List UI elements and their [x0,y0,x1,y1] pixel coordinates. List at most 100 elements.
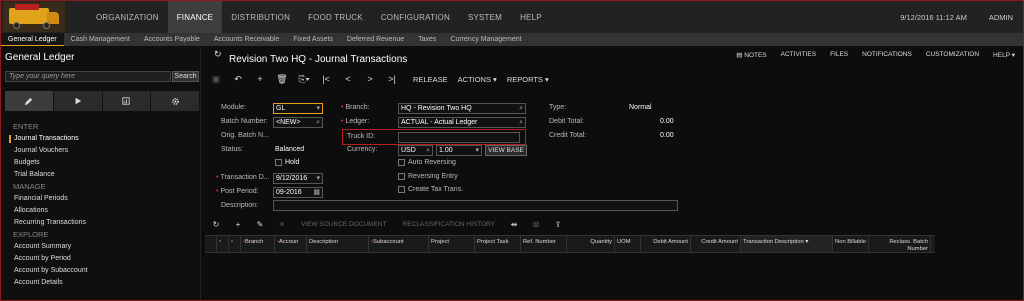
col-quantity[interactable]: Quantity [567,236,615,252]
files-link[interactable]: FILES [830,51,848,59]
play-icon[interactable] [53,91,103,111]
module-organization[interactable]: ORGANIZATION [87,1,168,33]
col-non-billable[interactable]: Non Billable [833,236,869,252]
col-project[interactable]: Project [429,236,475,252]
previous-record-icon[interactable]: < [337,74,359,84]
module-finance[interactable]: FINANCE [167,1,223,33]
chevron-down-icon: ▾ [805,239,809,245]
reports-menu[interactable]: REPORTS ▾ [507,75,549,84]
truck-id-field[interactable] [398,132,520,143]
sidebar-item-financial-periods[interactable]: Financial Periods [1,193,201,205]
customization-link[interactable]: CUSTOMIZATION [926,51,979,59]
col-uom[interactable]: UOM [615,236,641,252]
subnav-cash-management[interactable]: Cash Management [64,33,137,46]
subnav-accounts-payable[interactable]: Accounts Payable [137,33,207,46]
sidebar-menu: ENTER Journal Transactions Journal Vouch… [1,121,201,289]
notifications-link[interactable]: NOTIFICATIONS [862,51,912,59]
module-menu: ORGANIZATION FINANCE DISTRIBUTION FOOD T… [87,1,551,33]
actions-menu[interactable]: ACTIONS ▾ [458,75,497,84]
next-record-icon[interactable]: > [359,74,381,84]
subnav-currency-management[interactable]: Currency Management [443,33,528,46]
food-truck-logo[interactable] [3,2,65,32]
create-tax-checkbox[interactable] [398,186,405,193]
description-field[interactable] [273,200,678,211]
truck-id-label: Truck ID: [347,133,376,140]
search-input[interactable]: Type your query here [5,71,171,82]
sidebar-item-allocations[interactable]: Allocations [1,205,201,217]
transaction-date-field[interactable]: 9/12/2016 ▾ [273,173,323,184]
sidebar-item-account-summary[interactable]: Account Summary [1,241,201,253]
module-select[interactable]: GL ▾ [273,103,323,114]
save-icon[interactable]: ▣ [205,74,227,85]
batch-number-field[interactable]: <NEW> ⌕ [273,117,323,128]
subnav-accounts-receivable[interactable]: Accounts Receivable [207,33,286,46]
add-row-icon[interactable]: + [227,220,249,229]
col-account[interactable]: •Accoun [275,236,307,252]
reversing-entry-checkbox[interactable] [398,173,405,180]
edit-icon[interactable]: ✎ [249,220,271,229]
subnav-deferred-revenue[interactable]: Deferred Revenue [340,33,411,46]
delete-row-icon[interactable]: ✕ [271,220,293,229]
refresh-icon[interactable]: ↻ [205,220,227,229]
reclassification-history-button[interactable]: RECLASSIFICATION HISTORY [403,221,495,228]
col-reclass-batch-number[interactable]: Reclass. Batch Number [869,236,931,252]
currency-label: Currency: [347,146,378,153]
last-record-icon[interactable]: >| [381,74,403,84]
col-ref-number[interactable]: Ref. Number [521,236,567,252]
pencil-icon[interactable] [5,91,54,111]
col-transaction-description[interactable]: Transaction Description ▾ [741,236,833,252]
notes-link[interactable]: ▤ NOTES [736,51,766,59]
report-icon[interactable] [102,91,152,111]
grid-toolbar: ↻ + ✎ ✕ VIEW SOURCE DOCUMENT RECLASSIFIC… [205,217,1023,231]
transaction-date-label: Transaction D... [216,174,269,181]
module-distribution[interactable]: DISTRIBUTION [222,1,299,33]
col-subaccount[interactable]: •Subaccount [369,236,429,252]
col-debit-amount[interactable]: Debit Amount [641,236,691,252]
col-branch[interactable]: •Branch [241,236,275,252]
view-base-button[interactable]: VIEW BASE [485,145,527,156]
toolbar: ▣ ↶ + 🗑 ⎘▾ |< < > >| RELEASE ACTIONS ▾ R… [205,71,1023,87]
subnav-taxes[interactable]: Taxes [411,33,443,46]
col-credit-amount[interactable]: Credit Amount [691,236,741,252]
release-button[interactable]: RELEASE [413,75,448,84]
post-period-field[interactable]: 09-2016 ▦ [273,187,323,198]
sidebar-item-recurring-transactions[interactable]: Recurring Transactions [1,217,201,229]
sidebar-item-journal-transactions[interactable]: Journal Transactions [1,133,201,145]
currency-field[interactable]: USD ⌕ [398,145,433,156]
grid-header: ▫ ▫ •Branch •Accoun Description •Subacco… [205,235,935,253]
module-help[interactable]: HELP [511,1,551,33]
sidebar-item-account-by-subaccount[interactable]: Account by Subaccount [1,265,201,277]
module-configuration[interactable]: CONFIGURATION [372,1,459,33]
branch-field[interactable]: HQ - Revision Two HQ ⌕ [398,103,526,114]
col-description[interactable]: Description [307,236,369,252]
gear-icon[interactable] [151,91,200,111]
sidebar-item-account-by-period[interactable]: Account by Period [1,253,201,265]
fit-columns-icon[interactable]: ⇹ [503,220,525,229]
sidebar-item-journal-vouchers[interactable]: Journal Vouchers [1,145,201,157]
search-button[interactable]: Search [172,71,199,82]
hold-checkbox[interactable] [275,159,282,166]
auto-reversing-checkbox[interactable] [398,159,405,166]
sidebar-item-budgets[interactable]: Budgets [1,157,201,169]
currency-rate-field[interactable]: 1.00 ▾ [436,145,482,156]
view-source-document-button[interactable]: VIEW SOURCE DOCUMENT [301,221,387,228]
subnav-fixed-assets[interactable]: Fixed Assets [286,33,340,46]
copy-paste-icon[interactable]: ⎘▾ [293,74,315,85]
user-menu[interactable]: ADMIN [989,13,1013,22]
subnav-general-ledger[interactable]: General Ledger [1,33,64,46]
chevron-down-icon: ▾ [475,147,479,154]
module-system[interactable]: SYSTEM [459,1,511,33]
sidebar-item-account-details[interactable]: Account Details [1,277,201,289]
upload-icon[interactable]: ⇪ [547,220,569,229]
ledger-field[interactable]: ACTUAL - Actual Ledger ⌕ [398,117,526,128]
module-food-truck[interactable]: FOOD TRUCK [299,1,372,33]
export-excel-icon[interactable]: ⊠ [525,220,547,229]
delete-icon[interactable]: 🗑 [271,74,293,85]
sidebar-item-trial-balance[interactable]: Trial Balance [1,169,201,181]
help-menu[interactable]: HELP ▾ [993,51,1015,59]
undo-icon[interactable]: ↶ [227,74,249,85]
col-project-task[interactable]: Project Task [475,236,521,252]
activities-link[interactable]: ACTIVITIES [781,51,816,59]
add-icon[interactable]: + [249,74,271,84]
first-record-icon[interactable]: |< [315,74,337,84]
